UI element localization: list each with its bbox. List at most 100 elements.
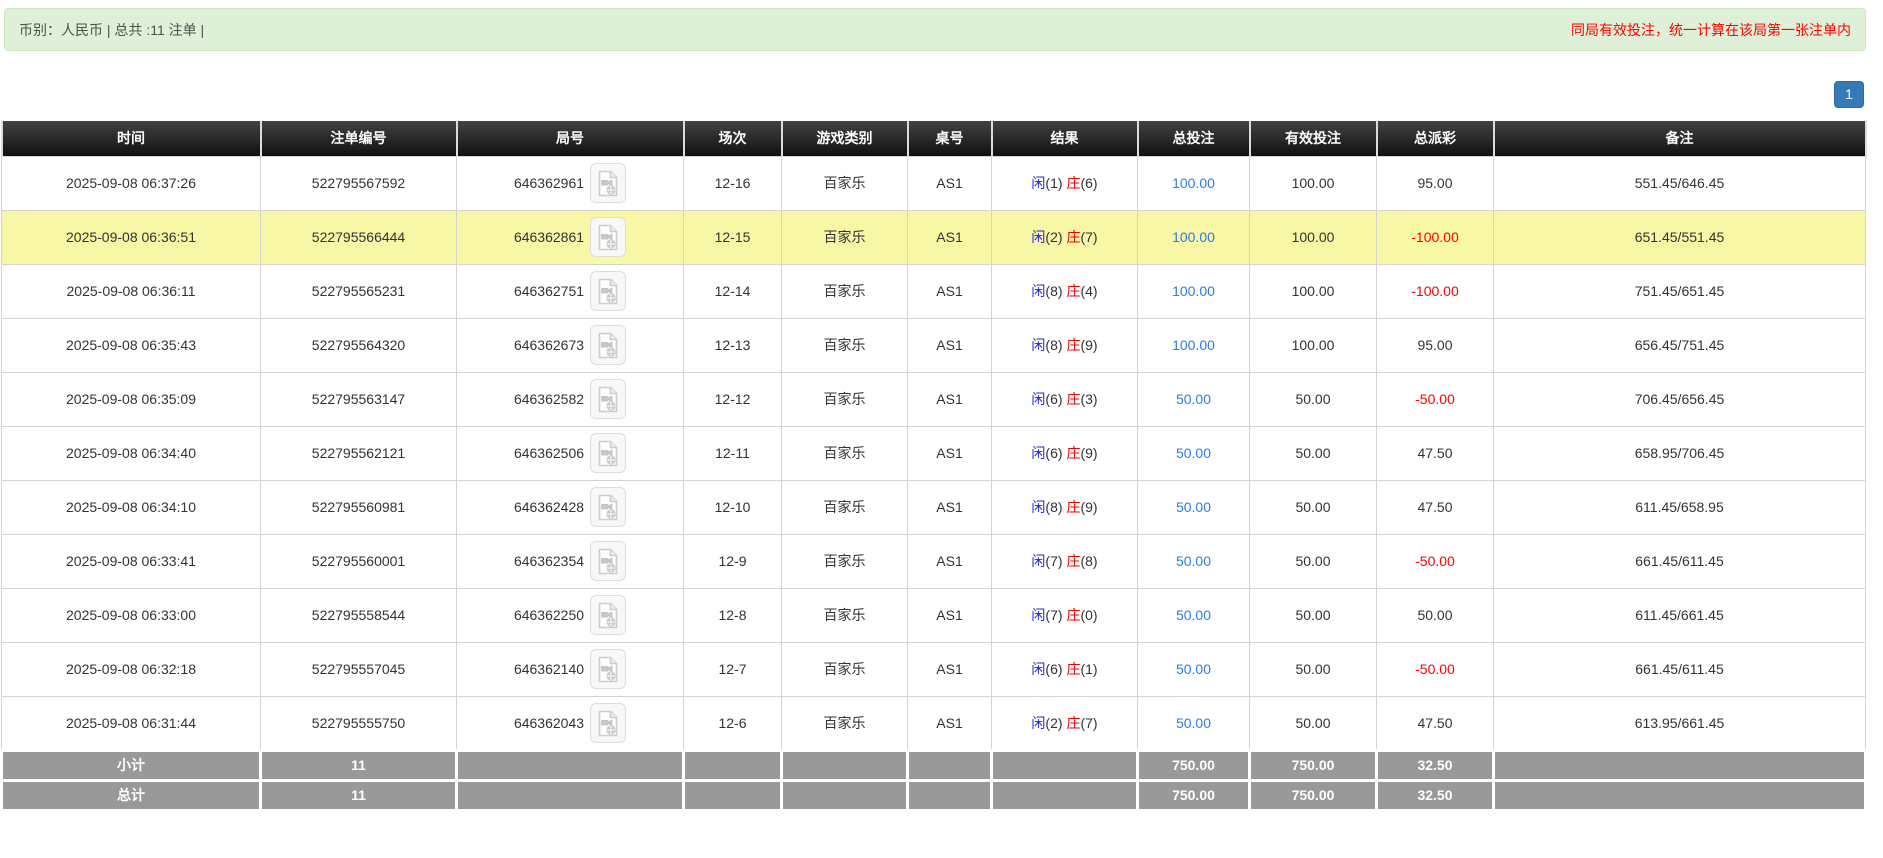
video-record-button[interactable] (590, 595, 626, 635)
total-bet-link[interactable]: 50.00 (1176, 553, 1211, 569)
valid-bet-cell: 100.00 (1250, 156, 1377, 210)
video-record-button[interactable] (590, 379, 626, 419)
total-bet-link[interactable]: 50.00 (1176, 499, 1211, 515)
table-row: 2025-09-08 06:35:09522795563147646362582… (2, 372, 1866, 426)
player-result: 闲 (1031, 553, 1045, 569)
video-record-icon (597, 548, 619, 575)
remark-cell: 611.45/658.95 (1494, 480, 1866, 534)
table-no-cell: AS1 (908, 264, 992, 318)
time-cell: 2025-09-08 06:34:10 (2, 480, 261, 534)
video-record-button[interactable] (590, 163, 626, 203)
table-row: 2025-09-08 06:36:51522795566444646362861… (2, 210, 1866, 264)
col-header-time: 时间 (2, 121, 261, 156)
remark-cell: 661.45/611.45 (1494, 642, 1866, 696)
result-cell: 闲(8) 庄(9) (992, 318, 1138, 372)
total-row-total-bet-cell: 750.00 (1138, 780, 1250, 810)
banker-result: 庄 (1066, 175, 1080, 191)
video-record-button[interactable] (590, 433, 626, 473)
time-cell: 2025-09-08 06:36:51 (2, 210, 261, 264)
table-no-cell: AS1 (908, 318, 992, 372)
banker-score: (9) (1080, 337, 1097, 353)
time-cell: 2025-09-08 06:33:00 (2, 588, 261, 642)
total-bet-cell: 50.00 (1138, 588, 1250, 642)
banker-score: (0) (1080, 607, 1097, 623)
video-record-button[interactable] (590, 487, 626, 527)
result-cell: 闲(1) 庄(6) (992, 156, 1138, 210)
bet-id-cell: 522795560981 (261, 480, 457, 534)
time-cell: 2025-09-08 06:31:44 (2, 696, 261, 750)
table-row: 2025-09-08 06:36:11522795565231646362751… (2, 264, 1866, 318)
game-type-cell: 百家乐 (782, 318, 908, 372)
session-cell: 12-6 (684, 696, 782, 750)
time-cell: 2025-09-08 06:35:09 (2, 372, 261, 426)
total-bet-link[interactable]: 50.00 (1176, 445, 1211, 461)
total-bet-link[interactable]: 50.00 (1176, 661, 1211, 677)
time-cell: 2025-09-08 06:32:18 (2, 642, 261, 696)
total-bet-cell: 50.00 (1138, 372, 1250, 426)
round-cell: 646362043 (457, 696, 684, 750)
player-score: (7) (1045, 553, 1062, 569)
result-cell: 闲(6) 庄(1) (992, 642, 1138, 696)
total-bet-link[interactable]: 50.00 (1176, 391, 1211, 407)
table-row: 2025-09-08 06:35:43522795564320646362673… (2, 318, 1866, 372)
total-bet-link[interactable]: 100.00 (1172, 337, 1215, 353)
table-row: 2025-09-08 06:33:00522795558544646362250… (2, 588, 1866, 642)
banker-result: 庄 (1066, 553, 1080, 569)
bet-id-cell: 522795566444 (261, 210, 457, 264)
valid-bet-cell: 100.00 (1250, 318, 1377, 372)
remark-cell: 658.95/706.45 (1494, 426, 1866, 480)
video-record-icon (597, 224, 619, 251)
game-type-cell: 百家乐 (782, 534, 908, 588)
session-cell: 12-13 (684, 318, 782, 372)
valid-bet-cell: 50.00 (1250, 696, 1377, 750)
result-cell: 闲(2) 庄(7) (992, 210, 1138, 264)
round-cell: 646362428 (457, 480, 684, 534)
col-header-valid-bet: 有效投注 (1250, 121, 1377, 156)
video-record-icon (597, 332, 619, 359)
total-bet-link[interactable]: 100.00 (1172, 283, 1215, 299)
video-record-icon (597, 656, 619, 683)
total-bet-link[interactable]: 100.00 (1172, 229, 1215, 245)
player-score: (2) (1045, 229, 1062, 245)
total-row-session-cell (684, 780, 782, 810)
player-score: (8) (1045, 499, 1062, 515)
total-bet-link[interactable]: 50.00 (1176, 715, 1211, 731)
round-number: 646362673 (514, 337, 584, 353)
result-cell: 闲(6) 庄(3) (992, 372, 1138, 426)
video-record-button[interactable] (590, 703, 626, 743)
subtotal-row-valid-bet-cell: 750.00 (1250, 750, 1377, 780)
round-cell: 646362751 (457, 264, 684, 318)
round-number: 646362043 (514, 715, 584, 731)
video-record-button[interactable] (590, 217, 626, 257)
session-cell: 12-14 (684, 264, 782, 318)
video-record-button[interactable] (590, 325, 626, 365)
subtotal-row-count-cell: 11 (261, 750, 457, 780)
total-bet-cell: 100.00 (1138, 156, 1250, 210)
payout-cell: 47.50 (1377, 480, 1494, 534)
session-cell: 12-16 (684, 156, 782, 210)
total-row-table-no-cell (908, 780, 992, 810)
valid-bet-cell: 50.00 (1250, 426, 1377, 480)
total-bet-link[interactable]: 100.00 (1172, 175, 1215, 191)
video-record-button[interactable] (590, 649, 626, 689)
payout-cell: -100.00 (1377, 264, 1494, 318)
banker-score: (3) (1080, 391, 1097, 407)
remark-cell: 651.45/551.45 (1494, 210, 1866, 264)
banker-result: 庄 (1066, 391, 1080, 407)
time-cell: 2025-09-08 06:37:26 (2, 156, 261, 210)
banker-result: 庄 (1066, 607, 1080, 623)
col-header-total-payout: 总派彩 (1377, 121, 1494, 156)
bet-id-cell: 522795563147 (261, 372, 457, 426)
banker-score: (9) (1080, 499, 1097, 515)
result-cell: 闲(2) 庄(7) (992, 696, 1138, 750)
valid-bet-cell: 50.00 (1250, 480, 1377, 534)
video-record-button[interactable] (590, 541, 626, 581)
page-1-button[interactable]: 1 (1834, 81, 1864, 108)
player-result: 闲 (1031, 445, 1045, 461)
total-bet-link[interactable]: 50.00 (1176, 607, 1211, 623)
video-record-button[interactable] (590, 271, 626, 311)
table-no-cell: AS1 (908, 534, 992, 588)
payout-cell: 50.00 (1377, 588, 1494, 642)
header-row: 时间注单编号局号场次游戏类别桌号结果总投注有效投注总派彩备注 (2, 121, 1866, 156)
bet-id-cell: 522795567592 (261, 156, 457, 210)
